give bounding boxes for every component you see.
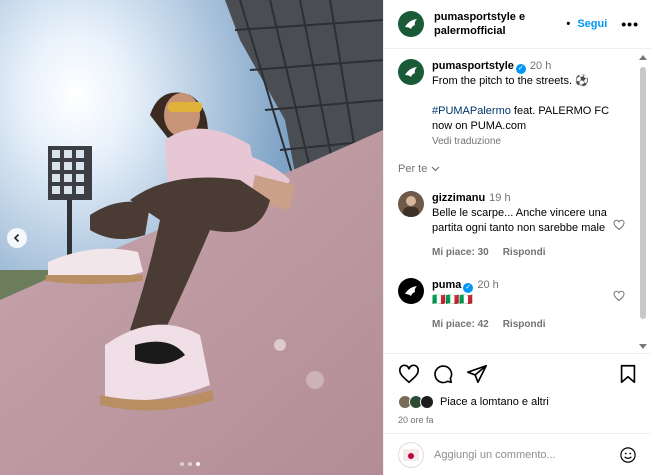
user-avatar-icon (403, 448, 419, 461)
likes-text[interactable]: Piace a lomtano e altri (440, 396, 549, 408)
more-options-icon[interactable]: ••• (621, 16, 639, 32)
author-avatar[interactable] (398, 11, 424, 37)
caption-text-line1: From the pitch to the streets. ⚽ (432, 75, 589, 87)
follow-label[interactable]: Segui (577, 18, 607, 30)
caption-avatar[interactable] (398, 59, 424, 85)
post-actions (384, 353, 651, 393)
emoji-smiley-icon[interactable] (619, 446, 637, 464)
like-comment-heart-icon[interactable] (613, 219, 625, 231)
puma-logo-icon (405, 19, 417, 29)
carousel-indicator (180, 462, 200, 466)
comment-input[interactable] (434, 448, 619, 461)
chevron-left-icon (13, 233, 20, 243)
comment-text: Belle le scarpe... Anche vincere una par… (432, 207, 607, 234)
comment-time[interactable]: 19 h (489, 192, 510, 204)
profile-photo-icon (403, 196, 419, 217)
liker-avatar (420, 395, 434, 409)
comment-likes[interactable]: Mi piace: 30 (432, 247, 489, 258)
caption-username[interactable]: pumasportstyle (432, 60, 514, 72)
author-names[interactable]: pumasportstyle e palermofficial (434, 10, 566, 38)
chevron-down-icon (431, 166, 440, 172)
scroll-down-arrow[interactable] (639, 344, 647, 349)
comments-scrollbar[interactable] (638, 55, 648, 349)
caption: pumasportstyle ✓ 20 h From the pitch to th… (398, 59, 635, 149)
caption-text-line3: now on PUMA.com (432, 120, 527, 132)
post-sidebar: pumasportstyle e palermofficial • Segui … (383, 0, 651, 475)
follow-button[interactable]: • Segui (566, 18, 607, 30)
photo-scene (0, 0, 383, 475)
likes-summary[interactable]: Piace a lomtano e altri (384, 393, 651, 411)
puma-logo-icon (405, 67, 417, 77)
liker-avatars (398, 395, 434, 409)
comment-item: gizzimanu 19 h Belle le scarpe... Anche v… (398, 191, 635, 260)
carousel-prev-button[interactable] (7, 228, 27, 248)
post-header: pumasportstyle e palermofficial • Segui … (384, 0, 651, 49)
translate-link[interactable]: Vedi traduzione (432, 134, 635, 149)
caption-time[interactable]: 20 h (530, 60, 551, 72)
share-paper-plane-icon[interactable] (466, 363, 488, 385)
comment-item: puma ✓ 20 h 🇮🇹🇮🇹🇮🇹 Mi piace: 42 Rispondi (398, 278, 635, 332)
like-comment-heart-icon[interactable] (613, 290, 625, 302)
puma-logo-icon (405, 286, 417, 296)
post-age[interactable]: 20 ore fa (384, 411, 651, 433)
carousel-dot (188, 462, 192, 466)
comment-username[interactable]: gizzimanu (432, 192, 485, 204)
author-line2[interactable]: palermofficial (434, 24, 566, 38)
like-heart-icon[interactable] (398, 363, 420, 385)
reply-button[interactable]: Rispondi (503, 247, 546, 258)
comments-list: pumasportstyle ✓ 20 h From the pitch to th… (384, 49, 651, 353)
hashtag-link[interactable]: #PUMAPalermo (432, 105, 511, 117)
comment-time[interactable]: 20 h (477, 279, 498, 291)
verified-badge-icon: ✓ (463, 283, 474, 293)
reply-button[interactable]: Rispondi (503, 319, 546, 330)
comment-bubble-icon[interactable] (432, 363, 454, 385)
scroll-up-arrow[interactable] (639, 55, 647, 60)
separator-dot: • (566, 18, 571, 30)
comment-username[interactable]: puma (432, 279, 461, 291)
carousel-dot (180, 462, 184, 466)
verified-badge-icon: ✓ (515, 64, 526, 74)
author-line1[interactable]: pumasportstyle e (434, 10, 566, 24)
save-bookmark-icon[interactable] (617, 363, 639, 385)
post-image[interactable] (0, 0, 383, 475)
comment-text: 🇮🇹🇮🇹🇮🇹 (432, 294, 474, 306)
commenter-avatar[interactable] (398, 191, 424, 217)
per-te-toggle[interactable]: Per te (398, 163, 635, 175)
per-te-label[interactable]: Per te (398, 163, 427, 175)
commenter-avatar[interactable] (398, 278, 424, 304)
add-comment-bar (384, 433, 651, 475)
current-user-avatar[interactable] (398, 441, 424, 468)
post-dialog: pumasportstyle e palermofficial • Segui … (0, 0, 651, 475)
scroll-thumb[interactable] (640, 67, 646, 319)
comment-likes[interactable]: Mi piace: 42 (432, 319, 489, 330)
carousel-dot-active (196, 462, 200, 466)
caption-text-line2: feat. PALERMO FC (510, 105, 610, 117)
